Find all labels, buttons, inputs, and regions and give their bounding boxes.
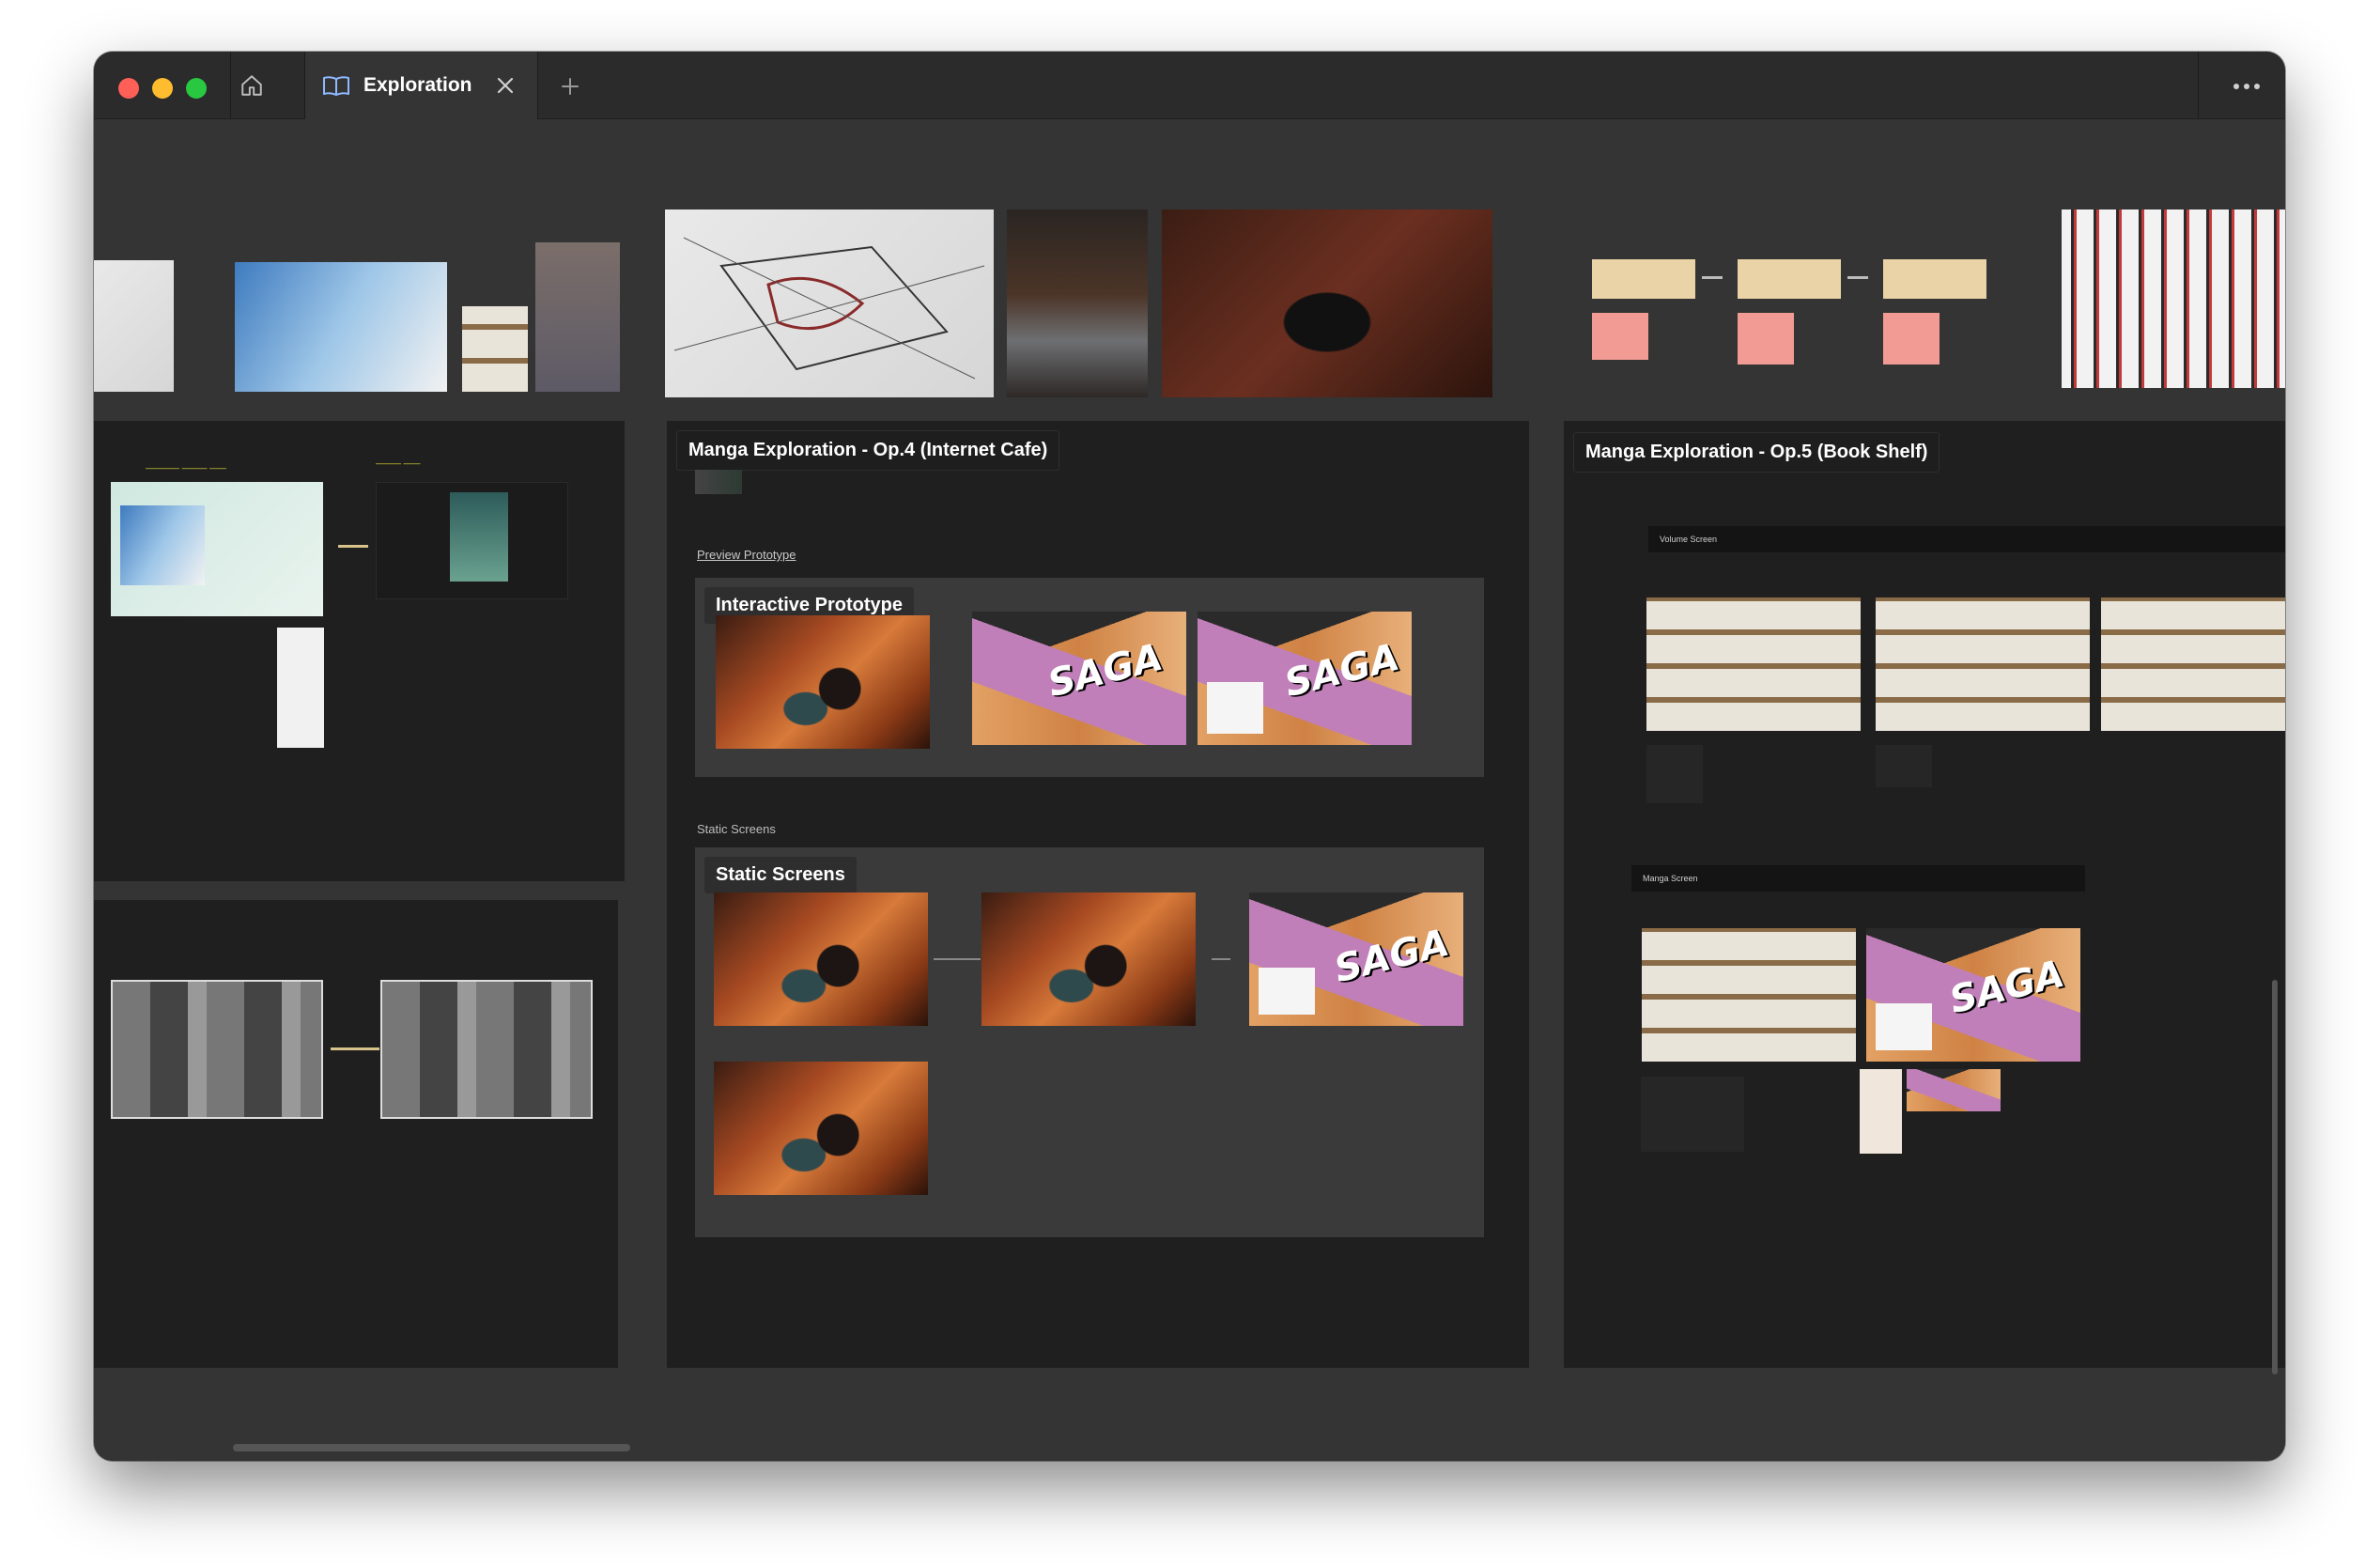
frame-op2[interactable] — [94, 900, 618, 1368]
tab-exploration[interactable]: Exploration — [305, 52, 537, 119]
frame-op5-book-shelf[interactable]: Manga Exploration - Op.5 (Book Shelf) Vo… — [1564, 421, 2285, 1368]
static-screen[interactable]: SAGA — [1249, 892, 1463, 1026]
maximize-window-button[interactable] — [186, 78, 207, 99]
section-title: Static Screens — [704, 857, 857, 893]
bar-label: Volume Screen — [1660, 535, 1718, 544]
tab-label: Exploration — [363, 74, 472, 96]
bar-label: Manga Screen — [1643, 874, 1698, 883]
frame-op4-internet-cafe[interactable]: Manga Exploration - Op.4 (Internet Cafe)… — [667, 421, 1529, 1368]
static-screen[interactable] — [714, 1062, 928, 1195]
thumbnail-strip — [695, 470, 742, 494]
static-screens-section[interactable]: Static Screens SAGA — [695, 847, 1484, 1237]
annotation-text: ——— —— — [376, 458, 421, 468]
shelf-thumbnail[interactable] — [1592, 259, 1695, 299]
book-open-icon — [323, 76, 349, 96]
reference-image[interactable] — [1162, 209, 1492, 397]
screen-thumbnail[interactable] — [111, 482, 323, 616]
shelf-screen[interactable] — [1646, 597, 1861, 731]
speech-card — [1207, 682, 1263, 734]
reference-image[interactable] — [1007, 209, 1148, 397]
flow-connector — [338, 545, 368, 548]
shelf-thumbnail[interactable] — [1738, 259, 1841, 299]
annotation-text: ———— ——— —— — [146, 463, 227, 473]
interactive-prototype-section[interactable]: Interactive Prototype SAGA SAGA — [695, 578, 1484, 777]
reference-image[interactable] — [462, 306, 528, 392]
flow-connector — [331, 1047, 379, 1050]
app-window: Exploration ———— ——— —— ——— —— Manga Exp… — [94, 52, 2285, 1461]
shelf-thumbnail[interactable] — [1883, 259, 1986, 299]
more-options-button[interactable] — [2227, 70, 2266, 102]
board-canvas[interactable]: ———— ——— —— ——— —— Manga Exploration - O… — [94, 120, 2285, 1461]
speech-card — [1876, 1003, 1932, 1050]
sketch-image[interactable] — [665, 209, 994, 397]
shelf-screen[interactable] — [1876, 597, 2090, 731]
divider — [537, 52, 538, 119]
static-screen[interactable] — [981, 892, 1196, 1026]
more-horizontal-icon — [2233, 84, 2260, 89]
manga-page-thumbnail[interactable] — [111, 980, 323, 1119]
close-icon — [497, 77, 514, 94]
home-button[interactable] — [235, 69, 269, 102]
manga-spines-image[interactable] — [2062, 209, 2285, 388]
annotation-card[interactable] — [1641, 1077, 1744, 1152]
title-bar: Exploration — [94, 52, 2285, 119]
screen-art — [450, 492, 508, 582]
speech-card — [1259, 968, 1315, 1015]
mini-thumbnail[interactable] — [1907, 1069, 2001, 1111]
mobile-screen-thumbnail[interactable] — [277, 628, 324, 748]
prototype-screen[interactable] — [716, 615, 930, 749]
divider — [230, 52, 231, 119]
static-screens-link[interactable]: Static Screens — [697, 822, 776, 836]
manga-cover-title: SAGA — [1945, 952, 2069, 1023]
mobile-thumbnail[interactable] — [1860, 1069, 1902, 1154]
shelf-screen[interactable] — [2101, 597, 2285, 731]
close-window-button[interactable] — [118, 78, 139, 99]
manga-cover-title: SAGA — [1330, 921, 1454, 992]
divider — [2198, 52, 2199, 119]
flow-connector — [1212, 958, 1230, 960]
manga-cover-title: SAGA — [1043, 635, 1167, 706]
screen-thumbnail[interactable] — [376, 482, 568, 599]
reference-image[interactable] — [94, 260, 174, 392]
new-tab-button[interactable] — [554, 70, 586, 102]
annotation-card[interactable] — [1876, 745, 1932, 787]
flow-arrow — [1702, 276, 1723, 279]
flow-arrow — [1847, 276, 1868, 279]
frame-title: Manga Exploration - Op.5 (Book Shelf) — [1573, 432, 1940, 473]
flow-connector — [934, 958, 981, 960]
static-screen[interactable] — [714, 892, 928, 1026]
reference-image[interactable] — [235, 262, 447, 392]
manga-page-thumbnail[interactable] — [380, 980, 593, 1119]
volume-screen-bar: Volume Screen — [1648, 526, 2285, 552]
horizontal-scrollbar[interactable] — [233, 1444, 630, 1451]
prototype-screen[interactable]: SAGA — [1198, 612, 1412, 745]
minimize-window-button[interactable] — [152, 78, 173, 99]
sketch-lines — [673, 237, 985, 380]
preview-prototype-link[interactable]: Preview Prototype — [697, 548, 796, 562]
manga-cover-title: SAGA — [1280, 635, 1404, 706]
sticky-note[interactable] — [1738, 313, 1794, 365]
vertical-scrollbar[interactable] — [2272, 980, 2278, 1374]
plus-icon — [562, 78, 579, 95]
manga-screen-bar: Manga Screen — [1631, 865, 2085, 892]
manga-screen[interactable] — [1642, 928, 1856, 1062]
sticky-note[interactable] — [1883, 313, 1940, 365]
screen-art — [120, 505, 205, 585]
annotation-card[interactable] — [1646, 745, 1703, 803]
close-tab-button[interactable] — [494, 74, 517, 97]
reference-image[interactable] — [535, 242, 620, 392]
prototype-screen[interactable]: SAGA — [972, 612, 1186, 745]
frame-title: Manga Exploration - Op.4 (Internet Cafe) — [676, 430, 1060, 471]
sticky-note[interactable] — [1592, 313, 1648, 360]
home-icon — [241, 75, 262, 96]
frame-op3[interactable]: ———— ——— —— ——— —— — [94, 421, 625, 881]
manga-screen[interactable]: SAGA — [1866, 928, 2080, 1062]
